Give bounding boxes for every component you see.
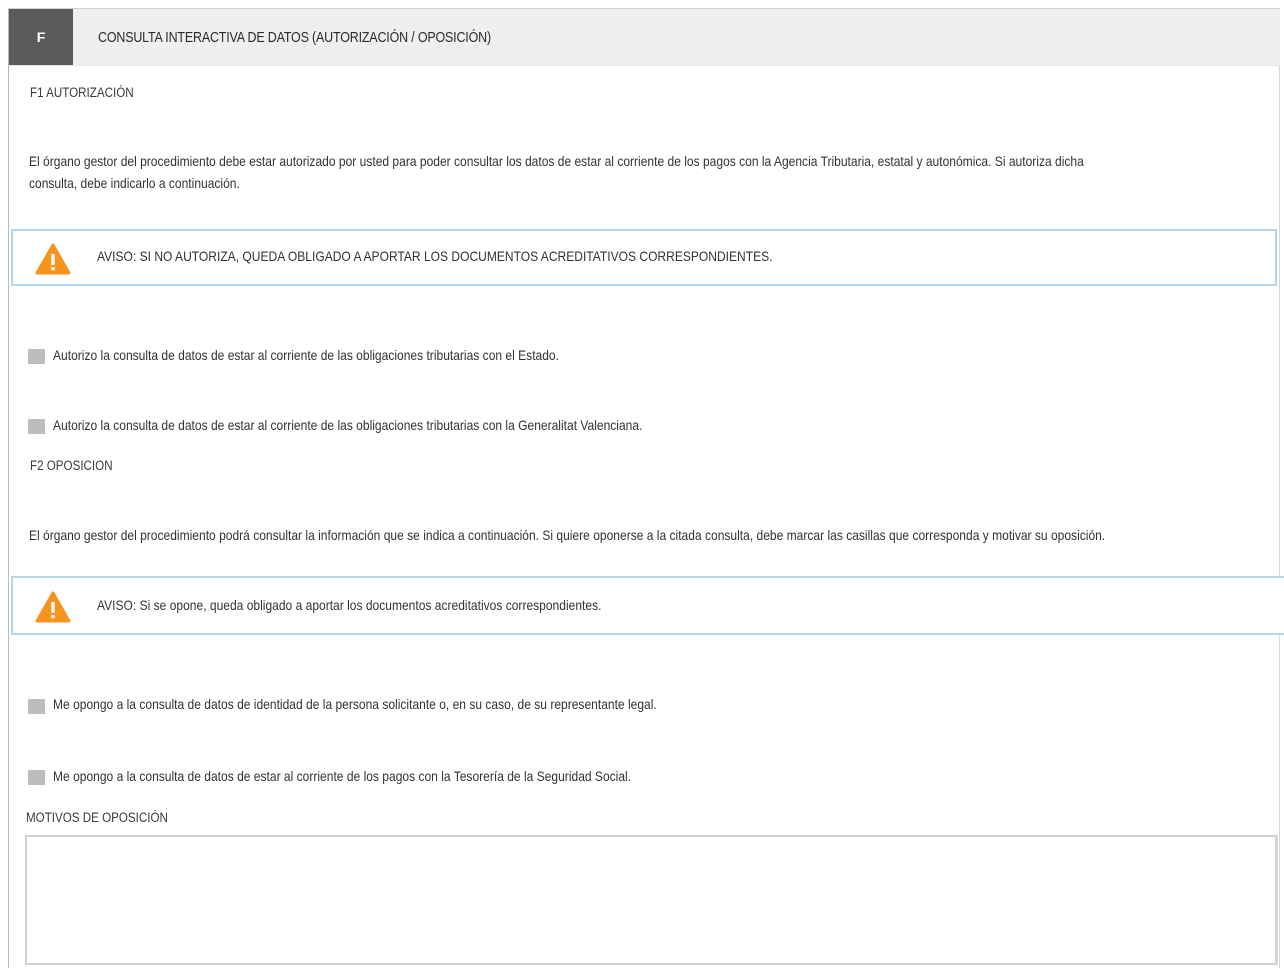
f1-checkbox-estado[interactable] (28, 349, 45, 364)
f2-checkbox-seguridad-social-label: Me opongo a la consulta de datos de esta… (53, 768, 632, 784)
f2-checkbox-seguridad-social[interactable] (28, 770, 45, 785)
f1-checkbox-estado-label: Autorizo la consulta de datos de estar a… (53, 347, 559, 363)
f2-heading: F2 OPOSICION (30, 458, 113, 473)
motivos-label: MOTIVOS DE OPOSICIÓN (26, 810, 168, 825)
f2-checkbox-identidad-label: Me opongo a la consulta de datos de iden… (53, 696, 657, 712)
warning-triangle-icon (35, 243, 71, 275)
f1-heading: F1 AUTORIZACIÓN (30, 85, 134, 100)
f1-checkbox-generalitat-label: Autorizo la consulta de datos de estar a… (53, 417, 643, 433)
warning-triangle-icon (35, 591, 71, 623)
f1-paragraph-line2: consulta, debe indicarlo a continuación. (29, 175, 240, 191)
f1-notice-text: AVISO: SI NO AUTORIZA, QUEDA OBLIGADO A … (97, 248, 773, 264)
f1-notice: AVISO: SI NO AUTORIZA, QUEDA OBLIGADO A … (11, 229, 1277, 286)
section-header: F CONSULTA INTERACTIVA DE DATOS (AUTORIZ… (9, 9, 1280, 66)
motivos-oposicion-textarea[interactable] (25, 835, 1278, 965)
f1-checkbox-generalitat[interactable] (28, 419, 45, 434)
f2-paragraph: El órgano gestor del procedimiento podrá… (29, 527, 1106, 543)
section-title: CONSULTA INTERACTIVA DE DATOS (AUTORIZAC… (98, 30, 491, 46)
f2-notice-text: AVISO: Si se opone, queda obligado a apo… (97, 597, 602, 613)
f2-notice: AVISO: Si se opone, queda obligado a apo… (11, 576, 1284, 635)
section-letter: F (9, 9, 73, 65)
f2-checkbox-identidad[interactable] (28, 699, 45, 714)
f1-paragraph-line1: El órgano gestor del procedimiento debe … (29, 153, 1084, 169)
